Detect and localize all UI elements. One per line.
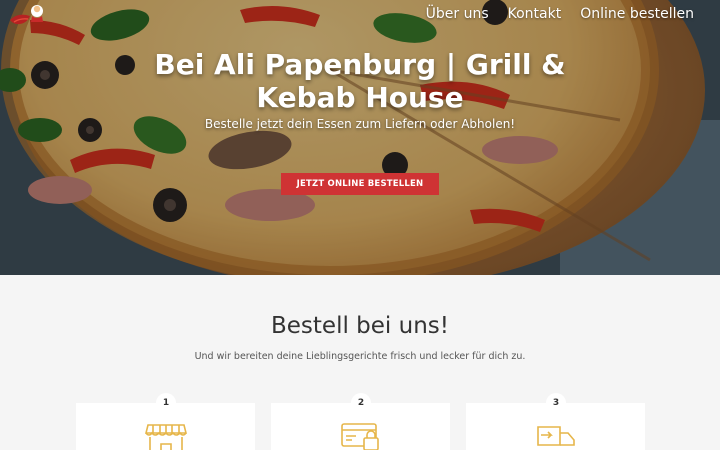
hero-subtitle: Bestelle jetzt dein Essen zum Liefern od…: [204, 117, 516, 131]
step-card-pay: 2: [271, 393, 450, 450]
step-number: 3: [546, 393, 566, 413]
section-title: Bestell bei uns!: [271, 313, 449, 339]
main-navigation: Über uns Kontakt Online bestellen: [426, 6, 694, 22]
nav-link-order-online[interactable]: Online bestellen: [580, 6, 694, 22]
nav-link-about[interactable]: Über uns: [426, 6, 489, 22]
order-online-button[interactable]: JETZT ONLINE BESTELLEN: [281, 173, 439, 195]
step-card-choose: 1: [76, 393, 255, 450]
restaurant-chef-logo-icon: [10, 5, 43, 25]
hero-banner: Über uns Kontakt Online bestellen Bei Al…: [0, 0, 720, 275]
payment-card-icon: [341, 423, 379, 450]
step-number: 2: [351, 393, 371, 413]
restaurant-logo[interactable]: [6, 2, 50, 28]
delivery-truck-icon: [537, 426, 575, 446]
section-subtitle: Und wir bereiten deine Lieblingsgerichte…: [194, 351, 526, 362]
nav-link-contact[interactable]: Kontakt: [508, 6, 562, 22]
hero-title: Bei Ali Papenburg | Grill & Kebab House: [154, 48, 566, 114]
storefront-icon: [145, 424, 187, 450]
step-number: 1: [156, 393, 176, 413]
step-card-delivery: 3: [466, 393, 645, 450]
